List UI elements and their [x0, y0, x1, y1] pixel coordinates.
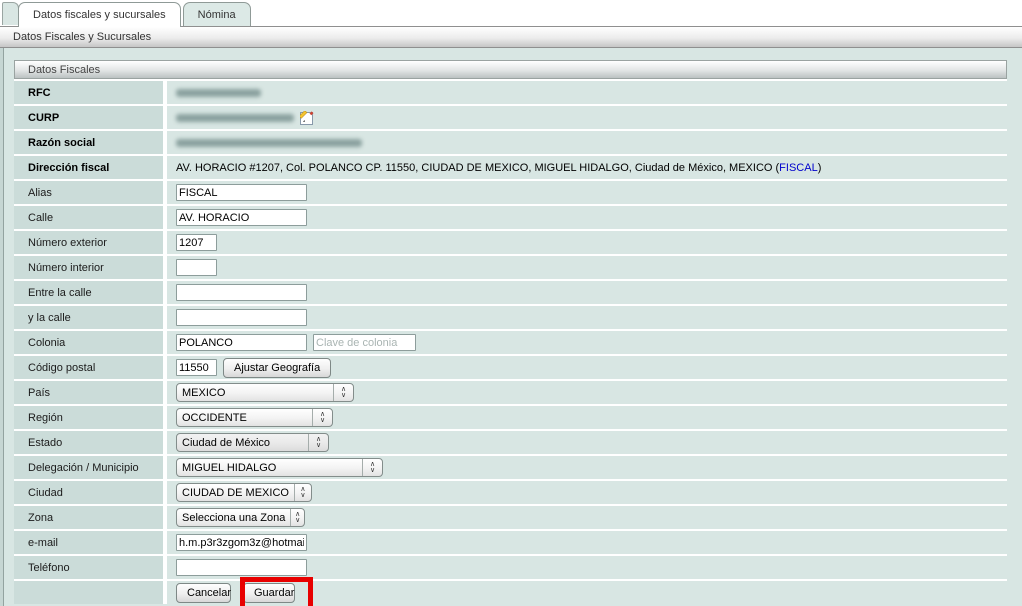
content-area: Datos Fiscales RFC CURP — [0, 48, 1022, 606]
email-label: e-mail — [14, 531, 163, 554]
estado-label: Estado — [14, 431, 163, 454]
curp-value-cell — [167, 106, 1007, 129]
row-email: e-mail — [14, 531, 1007, 554]
email-input[interactable] — [176, 534, 307, 551]
y-la-calle-input[interactable] — [176, 309, 307, 326]
left-frame-strip — [0, 48, 4, 606]
chevron-up-down-icon: ∧∨ — [333, 384, 353, 401]
numero-interior-input[interactable] — [176, 259, 217, 276]
numero-interior-label: Número interior — [14, 256, 163, 279]
direccion-fiscal-label: Dirección fiscal — [14, 156, 163, 179]
row-alias: Alias — [14, 181, 1007, 204]
alias-input[interactable] — [176, 184, 307, 201]
direccion-fiscal-close-paren: ) — [818, 162, 822, 174]
zona-select[interactable]: Selecciona una Zona ∧∨ — [176, 508, 305, 527]
alias-label: Alias — [14, 181, 163, 204]
row-direccion-fiscal: Dirección fiscal AV. HORACIO #1207, Col.… — [14, 156, 1007, 179]
clave-de-colonia-input[interactable] — [313, 334, 416, 351]
codigo-postal-label: Código postal — [14, 356, 163, 379]
tab-datos-fiscales-y-sucursales[interactable]: Datos fiscales y sucursales — [18, 2, 181, 27]
pais-label: País — [14, 381, 163, 404]
estado-select-value: Ciudad de México — [177, 434, 308, 451]
row-delegacion-municipio: Delegación / Municipio MIGUEL HIDALGO ∧∨ — [14, 456, 1007, 479]
chevron-up-down-icon: ∧∨ — [294, 484, 311, 501]
pencil-edit-icon[interactable] — [300, 111, 314, 125]
breadcrumb-bar: Datos Fiscales y Sucursales — [0, 26, 1022, 48]
direccion-fiscal-value-cell: AV. HORACIO #1207, Col. POLANCO CP. 1155… — [167, 156, 1007, 179]
row-pais: País MEXICO ∧∨ — [14, 381, 1007, 404]
rfc-redacted-value — [176, 89, 261, 97]
row-codigo-postal: Código postal Ajustar Geografía — [14, 356, 1007, 379]
datos-fiscales-panel: Datos Fiscales RFC CURP — [14, 60, 1007, 604]
chevron-up-down-icon: ∧∨ — [362, 459, 382, 476]
row-razon-social: Razón social — [14, 131, 1007, 154]
rfc-label: RFC — [14, 81, 163, 104]
numero-exterior-label: Número exterior — [14, 231, 163, 254]
row-y-la-calle: y la calle — [14, 306, 1007, 329]
row-curp: CURP — [14, 106, 1007, 129]
numero-exterior-input[interactable] — [176, 234, 217, 251]
save-button[interactable]: Guardar — [243, 583, 295, 603]
row-zona: Zona Selecciona una Zona ∧∨ — [14, 506, 1007, 529]
row-telefono: Teléfono — [14, 556, 1007, 579]
zona-label: Zona — [14, 506, 163, 529]
ciudad-select[interactable]: CIUDAD DE MEXICO ∧∨ — [176, 483, 312, 502]
panel-title: Datos Fiscales — [28, 64, 100, 76]
panel-header: Datos Fiscales — [14, 60, 1007, 79]
colonia-input[interactable] — [176, 334, 307, 351]
region-select-value: OCCIDENTE — [177, 409, 312, 426]
curp-redacted-value — [176, 114, 294, 122]
row-rfc: RFC — [14, 81, 1007, 104]
cancel-button[interactable]: Cancelar — [176, 583, 231, 603]
row-colonia: Colonia — [14, 331, 1007, 354]
estado-select[interactable]: Ciudad de México ∧∨ — [176, 433, 329, 452]
ajustar-geografia-button[interactable]: Ajustar Geografía — [223, 358, 331, 378]
row-entre-la-calle: Entre la calle — [14, 281, 1007, 304]
row-estado: Estado Ciudad de México ∧∨ — [14, 431, 1007, 454]
ciudad-label: Ciudad — [14, 481, 163, 504]
row-region: Región OCCIDENTE ∧∨ — [14, 406, 1007, 429]
corner-stub — [2, 2, 19, 25]
pais-select-value: MEXICO — [177, 384, 333, 401]
colonia-label: Colonia — [14, 331, 163, 354]
entre-la-calle-input[interactable] — [176, 284, 307, 301]
chevron-up-down-icon: ∧∨ — [312, 409, 332, 426]
row-calle: Calle — [14, 206, 1007, 229]
row-numero-interior: Número interior — [14, 256, 1007, 279]
row-numero-exterior: Número exterior — [14, 231, 1007, 254]
fiscal-link[interactable]: FISCAL — [779, 162, 818, 174]
codigo-postal-input[interactable] — [176, 359, 217, 376]
razon-social-value-cell — [167, 131, 1007, 154]
row-ciudad: Ciudad CIUDAD DE MEXICO ∧∨ — [14, 481, 1007, 504]
calle-input[interactable] — [176, 209, 307, 226]
chevron-up-down-icon: ∧∨ — [308, 434, 328, 451]
rfc-value-cell — [167, 81, 1007, 104]
tab-nomina[interactable]: Nómina — [183, 2, 251, 26]
pais-select[interactable]: MEXICO ∧∨ — [176, 383, 354, 402]
razon-social-redacted-value — [176, 139, 362, 147]
y-la-calle-label: y la calle — [14, 306, 163, 329]
calle-label: Calle — [14, 206, 163, 229]
delegacion-municipio-select[interactable]: MIGUEL HIDALGO ∧∨ — [176, 458, 383, 477]
razon-social-label: Razón social — [14, 131, 163, 154]
row-actions: Cancelar Guardar — [14, 581, 1007, 604]
breadcrumb-title: Datos Fiscales y Sucursales — [13, 31, 151, 43]
direccion-fiscal-address: AV. HORACIO #1207, Col. POLANCO CP. 1155… — [176, 162, 779, 174]
actions-empty-label — [14, 581, 163, 604]
tab-strip: Datos fiscales y sucursales Nómina — [0, 0, 1022, 26]
ciudad-select-value: CIUDAD DE MEXICO — [177, 484, 294, 501]
chevron-up-down-icon: ∧∨ — [290, 509, 304, 526]
delegacion-select-value: MIGUEL HIDALGO — [177, 459, 362, 476]
region-label: Región — [14, 406, 163, 429]
region-select[interactable]: OCCIDENTE ∧∨ — [176, 408, 333, 427]
telefono-label: Teléfono — [14, 556, 163, 579]
curp-label: CURP — [14, 106, 163, 129]
entre-la-calle-label: Entre la calle — [14, 281, 163, 304]
zona-select-value: Selecciona una Zona — [177, 509, 290, 526]
telefono-input[interactable] — [176, 559, 307, 576]
direccion-fiscal-text: AV. HORACIO #1207, Col. POLANCO CP. 1155… — [176, 162, 821, 174]
delegacion-municipio-label: Delegación / Municipio — [14, 456, 163, 479]
